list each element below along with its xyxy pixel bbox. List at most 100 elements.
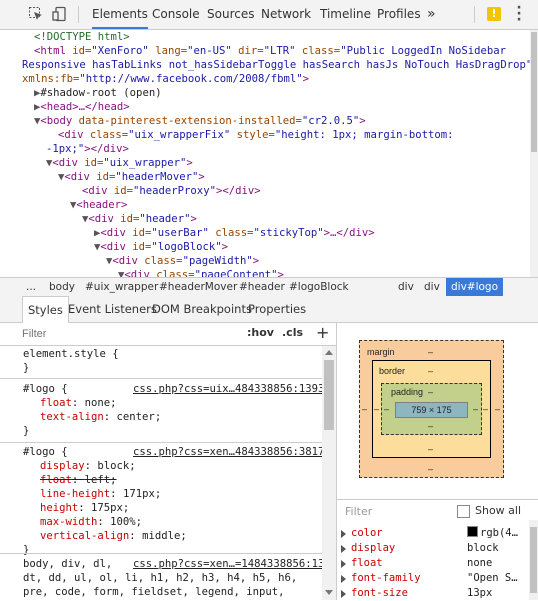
rule1-selector[interactable]: #logo {: [23, 382, 68, 396]
dom-node-header-tag[interactable]: ▼<header>: [70, 198, 127, 212]
computed-prop-name: font-family: [351, 572, 421, 584]
border-top-value[interactable]: –: [428, 366, 433, 376]
styles-scrollbar-thumb[interactable]: [324, 360, 334, 430]
margin-top-value[interactable]: –: [428, 347, 433, 357]
rule1-source-link[interactable]: css.php?css=uix…484338856:1393: [133, 382, 322, 396]
dom-node-header-proxy[interactable]: <div id="headerProxy"></div>: [82, 184, 261, 198]
device-mode-icon[interactable]: [52, 6, 68, 22]
attr-name: dir=: [231, 45, 264, 57]
tab-properties[interactable]: Properties: [248, 296, 306, 322]
rule2-prop[interactable]: line-height: 171px;: [40, 487, 161, 501]
attr-name: xmlns:fb=: [22, 73, 80, 85]
margin-bottom-value[interactable]: –: [428, 464, 433, 474]
breadcrumb-header-mover[interactable]: #headerMover: [159, 278, 237, 296]
margin-right-value[interactable]: –: [495, 404, 500, 414]
tab-styles[interactable]: Styles: [22, 296, 69, 323]
breadcrumb-logoblock[interactable]: #logoBlock: [289, 278, 349, 296]
breadcrumb-body[interactable]: body: [49, 278, 75, 296]
dom-node-header-mover[interactable]: ▼<div id="headerMover">: [58, 170, 205, 184]
computed-styles: Filter Show all color rgb(4… display blo…: [337, 499, 538, 601]
expand-arrow-icon[interactable]: [341, 545, 346, 553]
computed-row[interactable]: color rgb(4…: [337, 526, 538, 541]
rule1-prop[interactable]: float: none;: [40, 396, 117, 410]
tab-elements[interactable]: Elements: [92, 0, 148, 29]
padding-left-value[interactable]: –: [384, 404, 389, 414]
expand-arrow-icon[interactable]: [341, 560, 346, 568]
show-all-checkbox[interactable]: [457, 505, 470, 518]
dom-node-body[interactable]: ▼<body data-pinterest-extension-installe…: [34, 114, 366, 128]
padding-top-value[interactable]: –: [428, 387, 433, 397]
dom-node-shadow-root[interactable]: ▶#shadow-root (open): [34, 86, 162, 100]
attr-name: style=: [230, 129, 275, 141]
add-rule-button[interactable]: +: [316, 323, 329, 342]
hover-state-button[interactable]: :hov: [247, 326, 274, 339]
content-size[interactable]: 759 × 175: [395, 405, 468, 415]
padding-bottom-value[interactable]: –: [428, 421, 433, 431]
breadcrumb-ellipsis[interactable]: ...: [26, 278, 36, 296]
element-style-selector[interactable]: element.style {: [23, 347, 119, 361]
tab-network[interactable]: Network: [261, 0, 311, 29]
breadcrumb-uix-wrapper[interactable]: #uix_wrapper: [85, 278, 158, 296]
expand-arrow-icon[interactable]: [341, 530, 346, 538]
border-left-value[interactable]: –: [374, 404, 379, 414]
border-right-value[interactable]: –: [483, 404, 488, 414]
padding-right-value[interactable]: –: [473, 404, 478, 414]
rule2-source-link[interactable]: css.php?css=xen…484338856:3817: [133, 445, 322, 459]
dom-node-userbar[interactable]: ▶<div id="userBar" class="stickyTop">…</…: [94, 226, 375, 240]
scroll-up-icon[interactable]: [325, 350, 333, 355]
rule2-prop[interactable]: vertical-align: middle;: [40, 529, 187, 543]
computed-row[interactable]: font-size 13px: [337, 586, 538, 601]
attr-value: "logoBlock": [151, 241, 222, 253]
rule-divider: [0, 553, 322, 554]
computed-row[interactable]: display block: [337, 541, 538, 556]
dom-node-uix-wrapper[interactable]: ▼<div id="uix_wrapper">: [46, 156, 193, 170]
class-toggle-button[interactable]: .cls: [282, 326, 303, 339]
tab-dom-breakpoints[interactable]: DOM Breakpoints: [152, 296, 252, 322]
rule3-source-link[interactable]: css.php?css=xen…=1484338856:13: [133, 557, 322, 571]
expand-arrow-icon[interactable]: [341, 590, 346, 598]
tab-sources[interactable]: Sources: [207, 0, 254, 29]
rule2-prop[interactable]: display: block;: [40, 459, 136, 473]
shadow-root-label: #shadow-root (open): [40, 87, 162, 99]
rule2-prop[interactable]: max-width: 100%;: [40, 515, 142, 529]
inspect-element-icon[interactable]: [28, 6, 44, 22]
breadcrumb-header[interactable]: #header: [239, 278, 285, 296]
tag: >: [198, 171, 205, 183]
color-swatch-icon[interactable]: [467, 526, 478, 537]
dom-node-pagewidth[interactable]: ▼<div class="pageWidth">: [106, 254, 259, 268]
computed-scrollbar-thumb[interactable]: [530, 527, 537, 593]
more-tabs-button[interactable]: »: [427, 0, 436, 29]
expand-arrow-icon[interactable]: [341, 575, 346, 583]
computed-filter-input[interactable]: Filter: [345, 505, 372, 518]
more-options-icon[interactable]: · · ·: [513, 1, 525, 27]
dom-node-pagecontent[interactable]: ▼<div class="pageContent">: [118, 268, 284, 277]
dom-node-html[interactable]: <html id="XenForo" lang="en-US" dir="LTR…: [34, 44, 506, 58]
rule2-prop[interactable]: height: 175px;: [40, 501, 129, 515]
tab-console[interactable]: Console: [152, 0, 200, 29]
warning-icon[interactable]: !: [487, 7, 501, 21]
breadcrumb-selected-logo[interactable]: div#logo: [446, 278, 504, 296]
rule3-selector[interactable]: body, div, dl,: [23, 557, 112, 571]
breadcrumb-div[interactable]: div: [398, 278, 414, 296]
dom-scrollbar-thumb[interactable]: [531, 32, 537, 152]
border-bottom-value[interactable]: –: [428, 444, 433, 454]
computed-row[interactable]: font-family "Open S…: [337, 571, 538, 586]
tab-timeline[interactable]: Timeline: [320, 0, 371, 29]
tab-event-listeners[interactable]: Event Listeners: [68, 296, 157, 322]
breadcrumb-div[interactable]: div: [424, 278, 440, 296]
dom-node-wrapperfix[interactable]: <div class="uix_wrapperFix" style="heigh…: [58, 128, 453, 142]
dom-node-header-div[interactable]: ▼<div id="header">: [82, 212, 197, 226]
tab-profiles[interactable]: Profiles: [377, 0, 421, 29]
dom-node-logoblock[interactable]: ▼<div id="logoBlock">: [94, 240, 228, 254]
styles-filter-input[interactable]: [22, 326, 222, 342]
rule2-selector[interactable]: #logo {: [23, 445, 68, 459]
scroll-down-icon[interactable]: [325, 590, 333, 595]
doctype-node[interactable]: <!DOCTYPE html>: [34, 30, 130, 44]
computed-row[interactable]: float none: [337, 556, 538, 571]
dom-node-head[interactable]: ▶<head>…</head>: [34, 100, 130, 114]
computed-prop-value: "Open S…: [467, 572, 518, 584]
margin-left-value[interactable]: –: [362, 404, 367, 414]
rule1-prop[interactable]: text-align: center;: [40, 410, 161, 424]
show-all-label[interactable]: Show all: [475, 504, 521, 517]
rule2-prop-overridden[interactable]: float: left;: [40, 473, 117, 487]
